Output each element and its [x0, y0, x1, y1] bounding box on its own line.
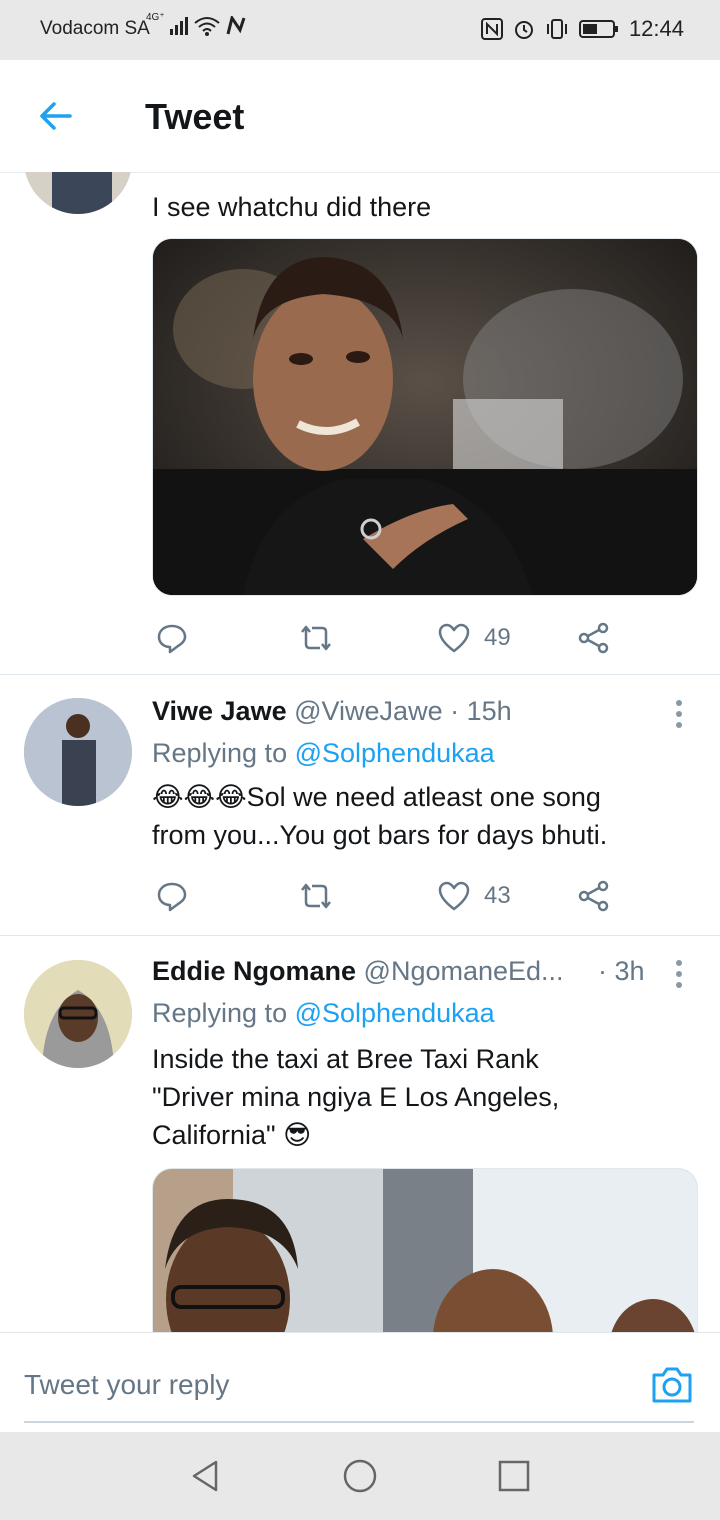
- input-underline: [24, 1421, 694, 1423]
- replying-label: Replying to: [152, 998, 295, 1028]
- tweet-text-line-3: California" 😎: [152, 1120, 312, 1150]
- camera-icon[interactable]: [650, 1363, 694, 1407]
- tweet-time: · 3h: [598, 956, 645, 986]
- retweet-icon: [301, 625, 331, 651]
- app-bar: Tweet: [0, 60, 720, 173]
- vibrate-icon: [546, 19, 567, 39]
- reply-button[interactable]: [156, 618, 188, 658]
- divider: [0, 674, 720, 675]
- replying-to-link[interactable]: @Solphendukaa: [295, 998, 495, 1028]
- home-nav-icon[interactable]: [342, 1458, 378, 1494]
- tweet-actions: 49: [152, 618, 622, 658]
- tweet-time: · 15h: [450, 696, 512, 726]
- author-name[interactable]: Eddie Ngomane: [152, 956, 356, 986]
- more-options-icon[interactable]: [676, 960, 684, 993]
- recents-nav-icon[interactable]: [496, 1458, 532, 1494]
- retweet-button[interactable]: [298, 876, 334, 916]
- avatar[interactable]: [24, 698, 132, 806]
- like-button[interactable]: 49: [438, 618, 511, 658]
- signal-icon: [170, 17, 188, 35]
- replying-label: Replying to: [152, 738, 295, 768]
- nfc-icon: [480, 18, 503, 40]
- heart-icon: [438, 623, 470, 653]
- reply-button[interactable]: [156, 876, 188, 916]
- share-button[interactable]: [578, 876, 610, 916]
- avatar[interactable]: [24, 172, 132, 214]
- author-name[interactable]: Viwe Jawe: [152, 696, 287, 726]
- retweet-button[interactable]: [298, 618, 334, 658]
- tweet-text-line-2: from you...You got bars for days bhuti.: [152, 820, 608, 850]
- like-count: 43: [484, 882, 511, 909]
- tweet-thread[interactable]: I see whatchu did there 49 Viwe Jawe @Vi…: [0, 172, 720, 1332]
- heart-icon: [438, 881, 470, 911]
- battery-icon: [578, 20, 618, 38]
- clock: 12:44: [628, 16, 684, 41]
- alarm-icon: [514, 21, 533, 39]
- page-title: Tweet: [145, 96, 245, 137]
- author-handle[interactable]: @ViweJawe: [294, 696, 442, 726]
- replying-to-link[interactable]: @Solphendukaa: [295, 738, 495, 768]
- author-handle[interactable]: @NgomaneEd...: [364, 956, 564, 986]
- back-arrow-icon[interactable]: [36, 96, 76, 136]
- share-button[interactable]: [578, 618, 610, 658]
- tweet-actions: 43: [152, 876, 622, 916]
- status-bar: Vodacom SA 4G⁺ 12:44: [0, 0, 720, 60]
- share-icon: [578, 622, 609, 654]
- tweet-image[interactable]: [152, 1168, 698, 1332]
- retweet-icon: [301, 883, 331, 909]
- tweet-text-line-2: "Driver mina ngiya E Los Angeles,: [152, 1082, 560, 1112]
- tweet-text-line-1: 😂😂😂Sol we need atleast one song: [152, 782, 601, 812]
- avatar[interactable]: [24, 960, 132, 1068]
- reply-composer[interactable]: Tweet your reply: [0, 1332, 720, 1433]
- carrier-label: Vodacom SA: [40, 18, 150, 39]
- like-count: 49: [484, 624, 511, 651]
- system-nav-bar: [0, 1432, 720, 1520]
- back-nav-icon[interactable]: [188, 1458, 224, 1494]
- wifi-icon: [194, 17, 220, 36]
- like-button[interactable]: 43: [438, 876, 511, 916]
- reply-input[interactable]: Tweet your reply: [24, 1369, 229, 1401]
- network-type: 4G⁺: [146, 12, 165, 23]
- tweet-text-line-1: Inside the taxi at Bree Taxi Rank: [152, 1044, 539, 1074]
- tweet-image[interactable]: [152, 238, 698, 596]
- reply-icon: [157, 882, 187, 912]
- share-icon: [578, 880, 609, 912]
- more-options-icon[interactable]: [676, 700, 684, 733]
- reply-icon: [157, 624, 187, 654]
- divider: [0, 935, 720, 936]
- nfc-n-icon: [226, 16, 246, 35]
- tweet-text: I see whatchu did there: [152, 192, 432, 222]
